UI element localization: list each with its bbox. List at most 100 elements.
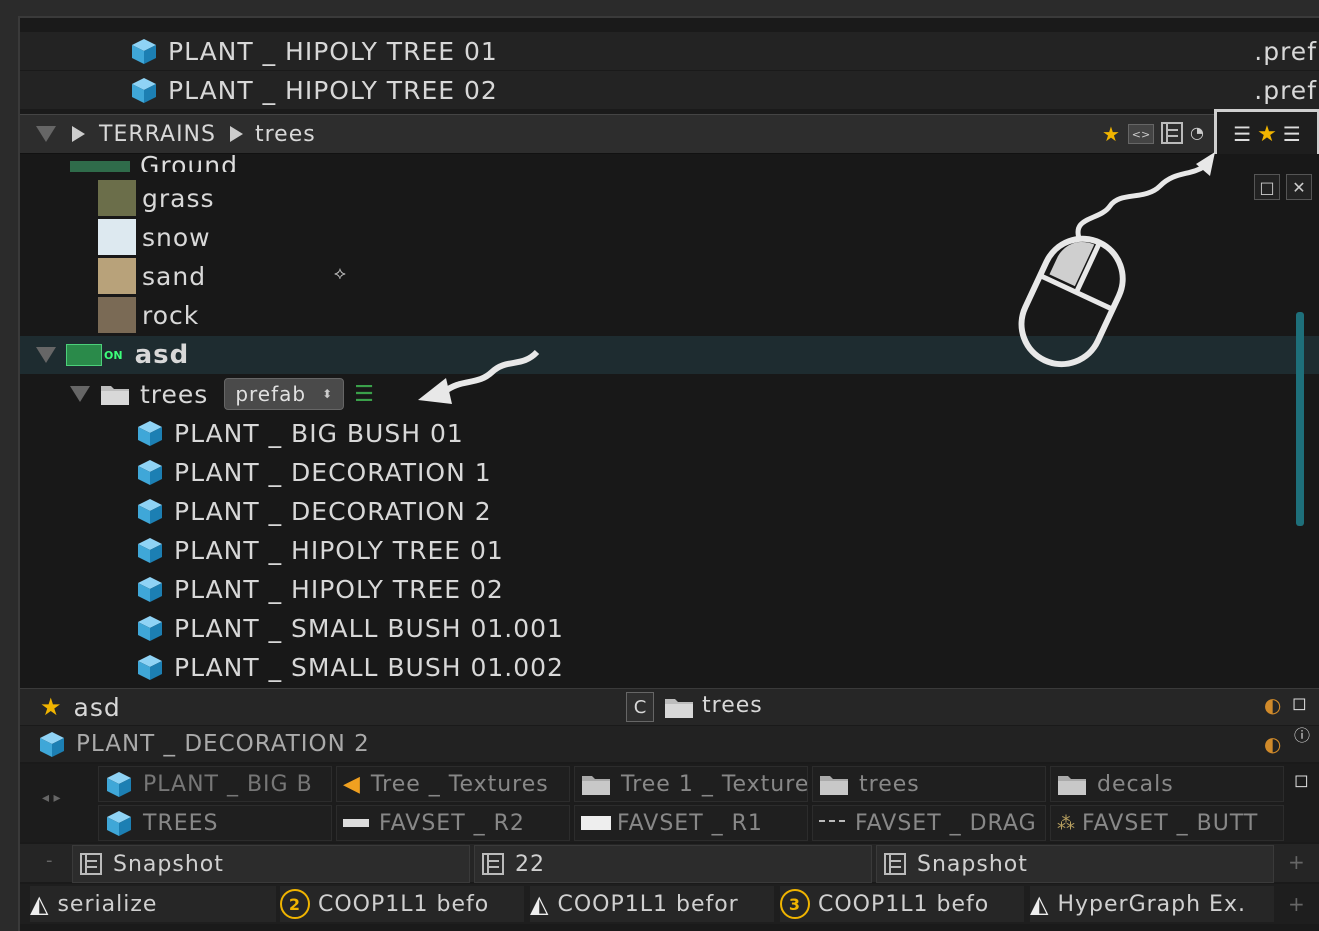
favset-cell[interactable]: decals	[1050, 766, 1284, 802]
add-icon[interactable]: +	[1288, 892, 1305, 916]
maximize-icon[interactable]: ◻	[1294, 770, 1309, 791]
ground-label: Ground	[140, 154, 238, 172]
texture-label: snow	[142, 222, 211, 252]
star-icon[interactable]: ★	[40, 693, 62, 721]
snapshot-label: Snapshot	[917, 851, 1028, 877]
snapshot-tab[interactable]: Snapshot	[876, 845, 1274, 883]
collapse-icon[interactable]	[36, 126, 56, 142]
scene-tab[interactable]: 2 COOP1L1 befo	[280, 886, 524, 922]
star-icon[interactable]: ★	[1102, 122, 1120, 146]
bar-icon	[343, 819, 369, 827]
star-icon: ★	[1257, 121, 1277, 147]
prefab-item[interactable]: PLANT _ DECORATION 1	[20, 453, 1319, 491]
favset-cell[interactable]: Tree 1 _ Texture	[574, 766, 808, 802]
scene-tab-label: COOP1L1 befo	[318, 891, 490, 917]
unity-icon: ◭	[30, 890, 50, 918]
scene-tab[interactable]: ◭ COOP1L1 befor	[530, 886, 774, 922]
favset-label: FAVSET _ DRAG	[855, 810, 1037, 836]
favset-cell[interactable]: FAVSET _ R2	[336, 805, 570, 841]
favset-label: Tree 1 _ Texture	[621, 771, 808, 797]
scene-tab[interactable]: ◭ HyperGraph Ex.	[1030, 886, 1274, 922]
prefab-cube-icon	[132, 78, 156, 103]
filter-dropdown[interactable]: prefab ⬍	[224, 378, 345, 410]
prefab-label: PLANT _ DECORATION 1	[174, 457, 492, 487]
lock-icon[interactable]: ◔	[1190, 123, 1204, 142]
expand-icon[interactable]	[70, 386, 90, 402]
prefab-item[interactable]: PLANT _ SMALL BUSH 01.002	[20, 648, 1319, 686]
vertical-scrollbar[interactable]	[1296, 312, 1304, 526]
prefab-cube-icon	[138, 499, 162, 524]
mouse-illustration	[1018, 152, 1215, 368]
minus-icon[interactable]: -	[46, 850, 53, 871]
prefab-item[interactable]: PLANT _ HIPOLY TREE 02	[20, 570, 1319, 608]
list-item-ext: .pref	[1254, 75, 1317, 105]
hierarchy-icon	[482, 853, 504, 875]
on-badge[interactable]: ON	[104, 349, 123, 362]
maximize-icon[interactable]: ◻	[1292, 693, 1307, 714]
prefab-label: PLANT _ SMALL BUSH 01.001	[174, 613, 564, 643]
scroll-left-icon[interactable]: ◂ ▸	[42, 790, 61, 806]
favset-cell[interactable]: PLANT _ BIG B	[98, 766, 332, 802]
texture-label: rock	[142, 300, 200, 330]
folder-green-icon	[66, 344, 102, 366]
favset-cell[interactable]: FAVSET _ DRAG	[812, 805, 1046, 841]
favset-label: PLANT _ BIG B	[143, 771, 313, 797]
hierarchy-window: PLANT _ HIPOLY TREE 01 .pref PLANT _ HIP…	[18, 16, 1319, 931]
unity-icon: ◭	[1030, 890, 1050, 918]
favset-cell[interactable]: TREES	[98, 805, 332, 841]
breadcrumb-arrow-icon	[229, 126, 243, 142]
pointer-arrow-icon	[418, 349, 540, 404]
list-lines-icon[interactable]: ☰	[354, 382, 374, 407]
toggle-icon[interactable]: ◐	[1264, 693, 1281, 717]
add-icon[interactable]: +	[1288, 850, 1305, 874]
folder-icon	[665, 699, 693, 718]
c-button[interactable]: C	[626, 692, 654, 722]
favset-cell[interactable]: trees	[812, 766, 1046, 802]
scene-tab[interactable]: ◭ serialize	[30, 886, 276, 922]
snapshot-tab[interactable]: Snapshot	[72, 845, 470, 883]
prefab-cube-icon	[138, 655, 162, 680]
menu-icon: ☰	[1282, 122, 1301, 146]
expand-icon[interactable]	[36, 347, 56, 363]
list-item[interactable]: PLANT _ HIPOLY TREE 02 .pref	[20, 71, 1319, 109]
prefab-label: PLANT _ SMALL BUSH 01.002	[174, 652, 564, 682]
favset-label: trees	[859, 771, 920, 797]
texture-label: sand	[142, 261, 207, 291]
texture-thumbnail	[98, 180, 136, 216]
number-badge: 2	[280, 889, 310, 919]
snapshot-label: 22	[515, 851, 545, 877]
prefab-item[interactable]: PLANT _ DECORATION 2	[20, 492, 1319, 530]
favorites-bar: ★ asd C trees ◐ ◻	[20, 688, 1319, 725]
code-toggle-icon[interactable]: <>	[1128, 124, 1154, 144]
favset-label: Tree _ Textures	[370, 771, 549, 797]
prefab-item[interactable]: PLANT _ SMALL BUSH 01.001	[20, 609, 1319, 647]
snapshot-tab[interactable]: 22	[474, 845, 872, 883]
favset-cell[interactable]: FAVSET _ R1	[574, 805, 808, 841]
prefab-cube-icon	[138, 577, 162, 602]
favset-label: TREES	[143, 810, 219, 836]
toggle-icon[interactable]: ◐	[1264, 732, 1281, 756]
prefab-cube-icon	[40, 732, 64, 757]
favset-label: FAVSET _ R1	[617, 810, 763, 836]
favorites-path[interactable]: trees	[702, 693, 763, 718]
hierarchy-icon[interactable]	[1160, 121, 1184, 145]
texture-thumbnail	[98, 258, 136, 294]
favset-cell[interactable]: ⁂ FAVSET _ BUTT	[1050, 805, 1284, 841]
folder-label: trees	[140, 379, 209, 409]
prefab-item[interactable]: PLANT _ HIPOLY TREE 01	[20, 531, 1319, 569]
list-item[interactable]: PLANT _ HIPOLY TREE 01 .pref	[20, 32, 1319, 70]
prefab-cube-icon	[107, 772, 131, 797]
snapshot-row: - Snapshot 22 Snapshot +	[20, 844, 1319, 883]
breadcrumb-child[interactable]: trees	[255, 122, 316, 147]
info-icon[interactable]: ⓘ	[1294, 722, 1310, 746]
favset-cell[interactable]: ◀ Tree _ Textures	[336, 766, 570, 802]
prefab-cube-icon	[138, 421, 162, 446]
breadcrumb-arrow-icon	[72, 126, 85, 142]
prefab-cube-icon	[138, 460, 162, 485]
scene-tab[interactable]: 3 COOP1L1 befo	[780, 886, 1024, 922]
selected-item-label[interactable]: PLANT _ DECORATION 2	[76, 731, 370, 757]
number-badge: 3	[780, 889, 810, 919]
breadcrumb-root[interactable]: TERRAINS	[99, 122, 216, 147]
prefab-item[interactable]: PLANT _ BIG BUSH 01	[20, 414, 1319, 452]
filter-dropdown-value: prefab	[235, 382, 307, 406]
